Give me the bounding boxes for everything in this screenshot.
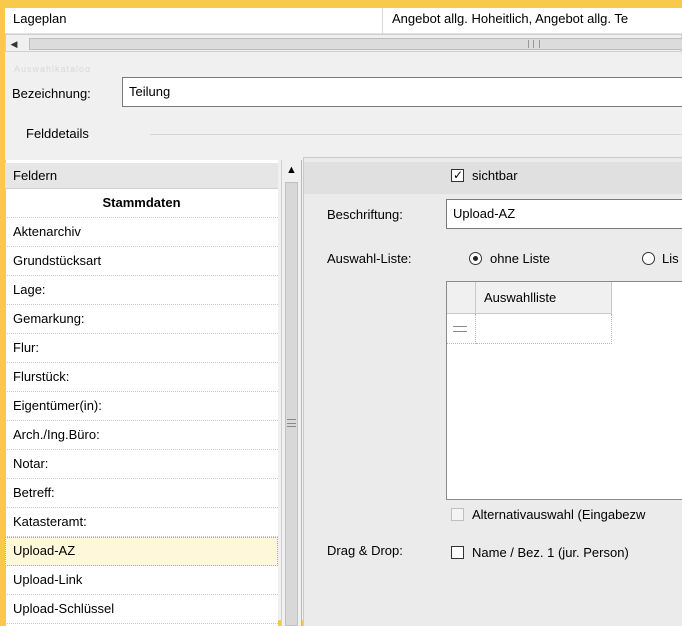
scroll-grip-icon [287,419,296,427]
list-item[interactable]: Flurstück: [5,363,278,392]
sichtbar-checkbox[interactable] [451,167,464,183]
beschriftung-input[interactable]: Upload-AZ [446,199,682,229]
faint-section-label: Auswahlkatalog [14,64,92,72]
felddetails-group-label: Felddetails [22,126,93,142]
list-item[interactable]: Flur: [5,334,278,363]
felddetails-divider [150,134,682,135]
fields-list-header[interactable]: Feldern [5,163,278,189]
drag-drop-label: Drag & Drop: [327,543,403,558]
list-item[interactable]: Eigentümer(in): [5,392,278,421]
new-row-icon [453,326,467,332]
vertical-scroll-thumb[interactable] [285,182,298,626]
drag-drop-name-label[interactable]: Name / Bez. 1 (jur. Person) [472,545,629,561]
sichtbar-label[interactable]: sichtbar [472,168,518,184]
auswahl-liste-label: Auswahl-Liste: [327,251,412,266]
scroll-grip-icon [528,40,540,48]
chevron-left-icon[interactable]: ◀ [8,38,20,50]
top-table-cell-name[interactable]: Lageplan [5,8,383,34]
radio-ohne-liste-label[interactable]: ohne Liste [490,251,550,267]
alternativauswahl-label: Alternativauswahl (Eingabezw [472,507,646,522]
grid-corner-header [447,282,476,314]
list-item[interactable]: Grundstücksart [5,247,278,276]
radio-liste[interactable] [642,252,655,265]
list-item[interactable]: Lage: [5,276,278,305]
chevron-up-icon[interactable]: ▲ [282,163,301,178]
list-item[interactable]: Upload-Schlüssel [5,595,278,624]
list-item[interactable]: Upload-Link [5,566,278,595]
beschriftung-label: Beschriftung: [327,207,403,222]
list-section-header[interactable]: Stammdaten [5,189,278,218]
list-item[interactable]: Betreff: [5,479,278,508]
list-item[interactable]: Aktenarchiv [5,218,278,247]
bezeichnung-label: Bezeichnung: [12,86,91,101]
top-table-cell-offers[interactable]: Angebot allg. Hoheitlich, Angebot allg. … [384,8,682,34]
window-frame-top [0,0,682,8]
list-item[interactable]: Gemarkung: [5,305,278,334]
list-item[interactable]: Katasteramt: [5,508,278,537]
radio-ohne-liste[interactable] [469,252,482,265]
auswahlliste-column-header[interactable]: Auswahlliste [476,282,612,314]
list-item[interactable]: Notar: [5,450,278,479]
grid-new-row-cell[interactable] [476,314,612,344]
drag-drop-name-checkbox[interactable] [451,546,464,559]
horizontal-scroll-thumb[interactable] [29,38,682,50]
bezeichnung-input[interactable]: Teilung [122,77,682,107]
radio-liste-label[interactable]: Lis [662,251,679,267]
list-item[interactable]: Upload-AZ [5,537,278,566]
alternativauswahl-checkbox[interactable] [451,508,464,521]
list-item[interactable]: Arch./Ing.Büro: [5,421,278,450]
